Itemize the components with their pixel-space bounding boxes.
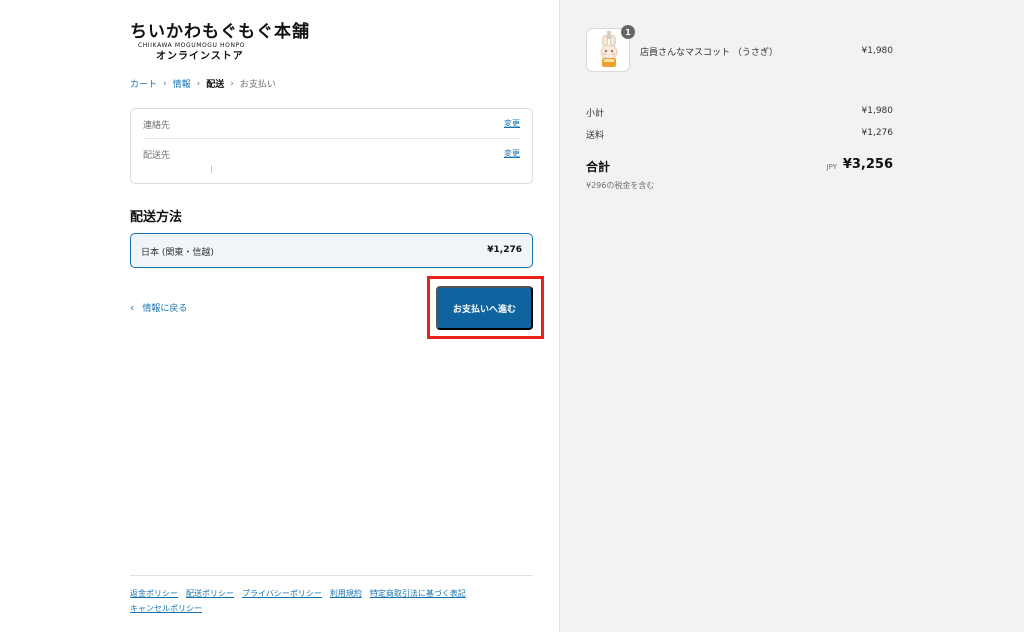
chevron-right-icon: › — [163, 78, 167, 89]
checkout-main: ちいかわもぐもぐ本舗 CHIIKAWA MOGUMOGU HONPO オンライン… — [0, 0, 559, 632]
legal-notice-link[interactable]: 特定商取引法に基づく表記 — [370, 589, 466, 598]
store-logo[interactable]: ちいかわもぐもぐ本舗 CHIIKAWA MOGUMOGU HONPO オンライン… — [130, 22, 310, 68]
breadcrumb-payment: お支払い — [239, 80, 276, 90]
review-contact-row: 連絡先 変更 — [143, 109, 520, 139]
breadcrumb: カート › 情報 › 配送 › お支払い — [130, 77, 276, 91]
shipping-cost-label: 送料 — [586, 131, 605, 141]
continue-to-payment-button[interactable]: お支払いへ進む — [436, 286, 533, 330]
review-block: 連絡先 変更 配送先 変更 — [130, 108, 533, 184]
logo-subtitle: オンラインストア — [156, 51, 244, 62]
contact-label: 連絡先 — [143, 121, 171, 131]
shipping-method-title: 配送方法 — [130, 210, 183, 225]
return-to-information-link[interactable]: ‹ 情報に戻る — [130, 301, 187, 314]
shipping-option[interactable]: 日本 (関東・信越) ¥1,276 — [130, 233, 533, 268]
total-label: 合計 — [586, 160, 611, 174]
review-shipto-row: 配送先 変更 — [143, 139, 520, 183]
subtotal-value: ¥1,980 — [861, 106, 894, 116]
order-summary-panel — [559, 0, 1024, 632]
privacy-policy-link[interactable]: プライバシーポリシー — [242, 589, 322, 598]
terms-of-service-link[interactable]: 利用規約 — [330, 589, 362, 598]
chevron-right-icon: › — [230, 78, 234, 89]
breadcrumb-cart[interactable]: カート — [130, 77, 157, 90]
cancellation-policy-link[interactable]: キャンセルポリシー — [130, 604, 202, 613]
contact-change-link[interactable]: 変更 — [504, 118, 520, 129]
total-value: ¥3,256 — [842, 157, 893, 172]
subtotal-row: 小計 ¥1,980 — [586, 106, 893, 120]
total-currency: JPY — [826, 163, 837, 171]
logo-title: ちいかわもぐもぐ本舗 — [130, 22, 310, 42]
product-price: ¥1,980 — [861, 46, 894, 56]
chevron-right-icon: › — [196, 78, 201, 89]
breadcrumb-shipping: 配送 — [206, 80, 225, 90]
order-line-item: 1 店員さんなマスコット （うさぎ） ¥1,980 — [586, 25, 894, 74]
shipping-option-name: 日本 (関東・信越) — [141, 248, 214, 258]
shipto-change-link[interactable]: 変更 — [504, 148, 520, 159]
logo-romaji: CHIIKAWA MOGUMOGU HONPO — [138, 42, 246, 49]
shipto-value-placeholder — [211, 165, 212, 173]
policy-footer: 返金ポリシー 配送ポリシー プライバシーポリシー 利用規約 特定商取引法に基づく表記 キ… — [130, 575, 533, 616]
shipping-cost-value: ¥1,276 — [861, 128, 894, 138]
shipping-policy-link[interactable]: 配送ポリシー — [186, 589, 234, 598]
quantity-badge: 1 — [621, 25, 635, 39]
product-name: 店員さんなマスコット （うさぎ） — [640, 48, 778, 58]
refund-policy-link[interactable]: 返金ポリシー — [130, 589, 178, 598]
shipping-cost-row: 送料 ¥1,276 — [586, 128, 893, 142]
tax-note: ¥296の税金を含む — [586, 181, 655, 190]
subtotal-label: 小計 — [586, 109, 605, 119]
breadcrumb-information[interactable]: 情報 — [173, 77, 191, 90]
shipping-option-price: ¥1,276 — [487, 245, 522, 255]
return-to-information-label: 情報に戻る — [142, 304, 188, 314]
chevron-left-icon: ‹ — [130, 301, 135, 314]
product-thumbnail: 1 — [586, 25, 635, 72]
total-row: 合計 JPY ¥3,256 — [586, 156, 893, 176]
shipto-label: 配送先 — [143, 151, 171, 161]
